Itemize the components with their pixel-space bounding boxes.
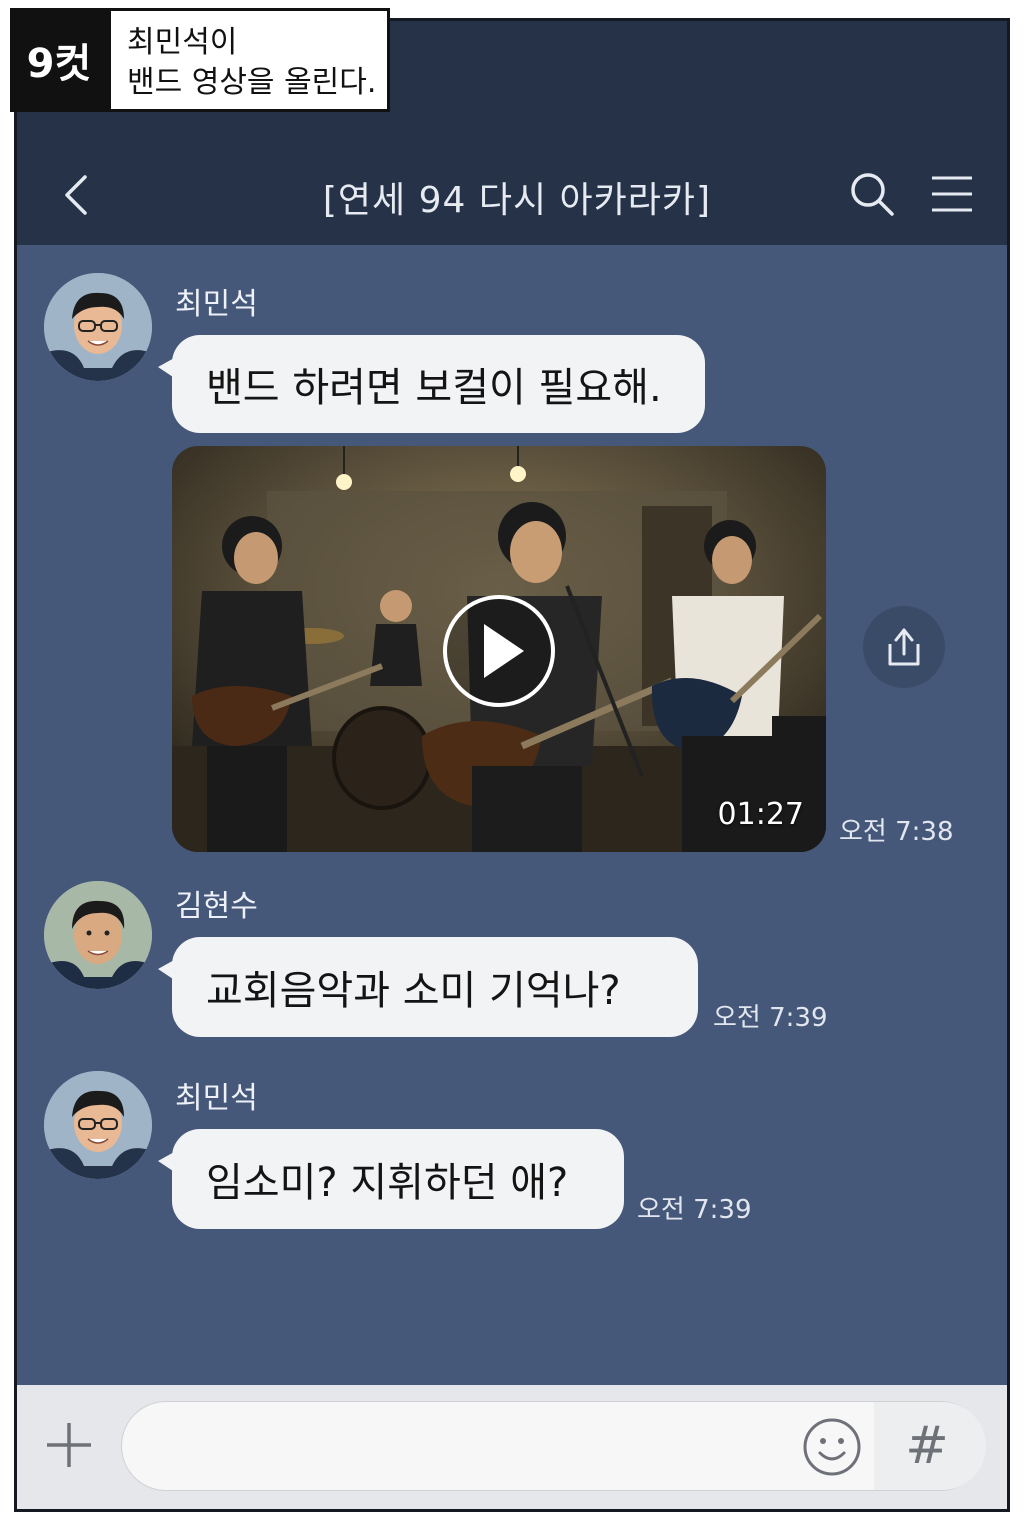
message-text: 임소미? 지휘하던 애?: [206, 1160, 569, 1206]
message-text: 밴드 하려면 보컬이 필요해.: [206, 365, 662, 411]
share-button[interactable]: [863, 606, 945, 688]
chat-screen: [연세 94 다시 아카라카] 최민석 밴드 하려면 보컬이 필요해. 01:2…: [14, 18, 1010, 1512]
message-input-bar: #: [17, 1385, 1007, 1509]
message-bubble[interactable]: 교회음악과 소미 기억나?: [158, 937, 698, 1037]
video-message[interactable]: 01:27: [172, 446, 826, 852]
band-video-thumbnail: [172, 446, 826, 852]
message-input-field[interactable]: #: [121, 1401, 986, 1492]
message-text: 교회음악과 소미 기억나?: [206, 968, 621, 1014]
menu-icon[interactable]: [931, 175, 973, 213]
sender-name: 김현수: [175, 889, 258, 924]
plus-icon[interactable]: [45, 1421, 93, 1469]
message-time: 오전 7:39: [713, 1003, 828, 1033]
message-input[interactable]: [152, 1402, 796, 1492]
sender-name: 최민석: [175, 287, 258, 322]
message-bubble[interactable]: 임소미? 지휘하던 애?: [158, 1129, 624, 1229]
cut-number-label: 9컷: [10, 8, 108, 112]
avatar[interactable]: [44, 273, 152, 381]
message-bubble[interactable]: 밴드 하려면 보컬이 필요해.: [158, 335, 705, 433]
cut-caption-line: 최민석이: [127, 25, 238, 60]
message-time: 오전 7:38: [839, 817, 954, 847]
search-icon[interactable]: [849, 171, 895, 217]
message-time: 오전 7:39: [637, 1195, 752, 1225]
cut-caption-box: 최민석이 밴드 영상을 올린다.: [108, 8, 390, 112]
video-duration: 01:27: [717, 797, 804, 832]
back-icon[interactable]: [57, 173, 97, 217]
cut-caption-line: 밴드 영상을 올린다.: [127, 65, 377, 100]
avatar[interactable]: [44, 881, 152, 989]
sender-name: 최민석: [175, 1081, 258, 1116]
chat-room-title: [연세 94 다시 아카라카]: [322, 180, 712, 221]
avatar[interactable]: [44, 1071, 152, 1179]
share-icon: [888, 628, 920, 666]
hash-icon[interactable]: #: [902, 1416, 952, 1476]
emoji-icon[interactable]: [802, 1417, 862, 1477]
